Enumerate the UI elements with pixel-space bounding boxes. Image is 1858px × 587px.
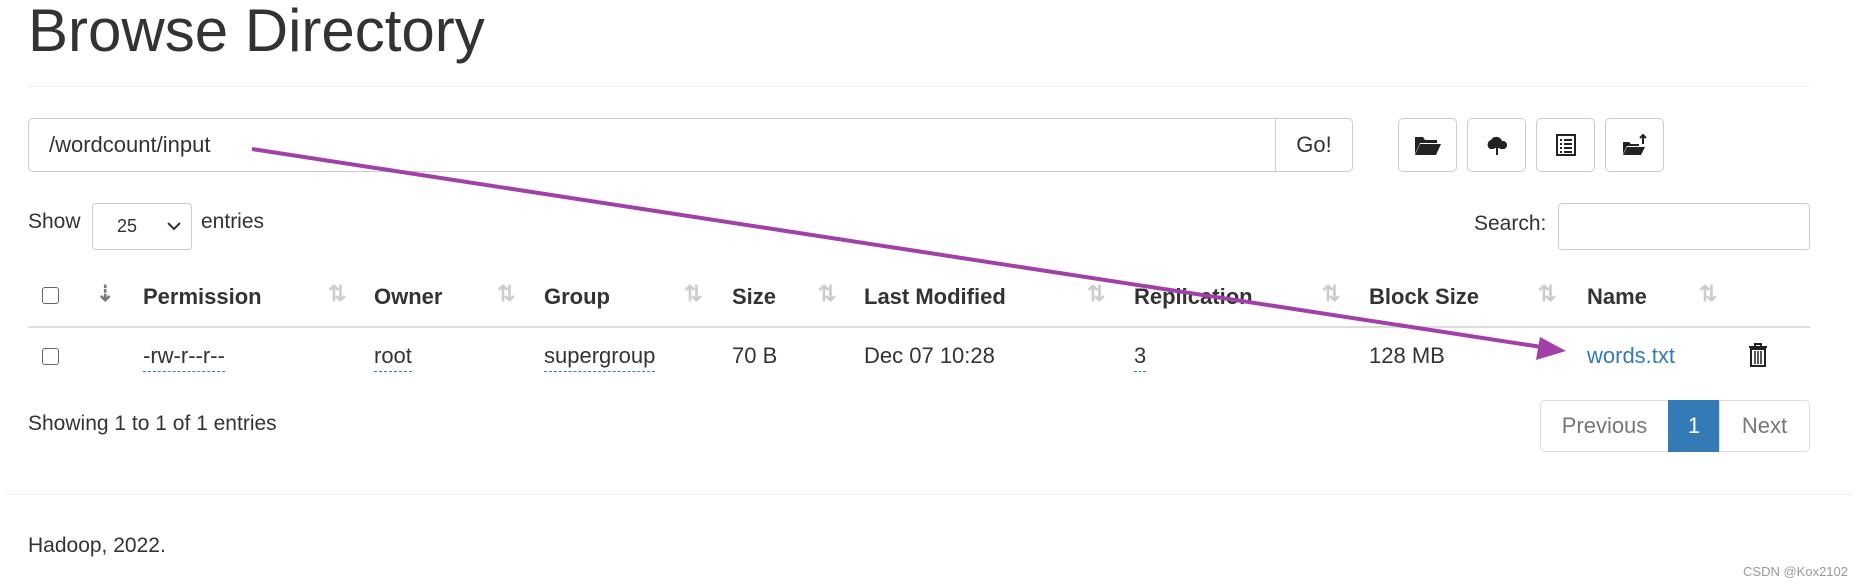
annotation-arrow	[251, 147, 1566, 360]
